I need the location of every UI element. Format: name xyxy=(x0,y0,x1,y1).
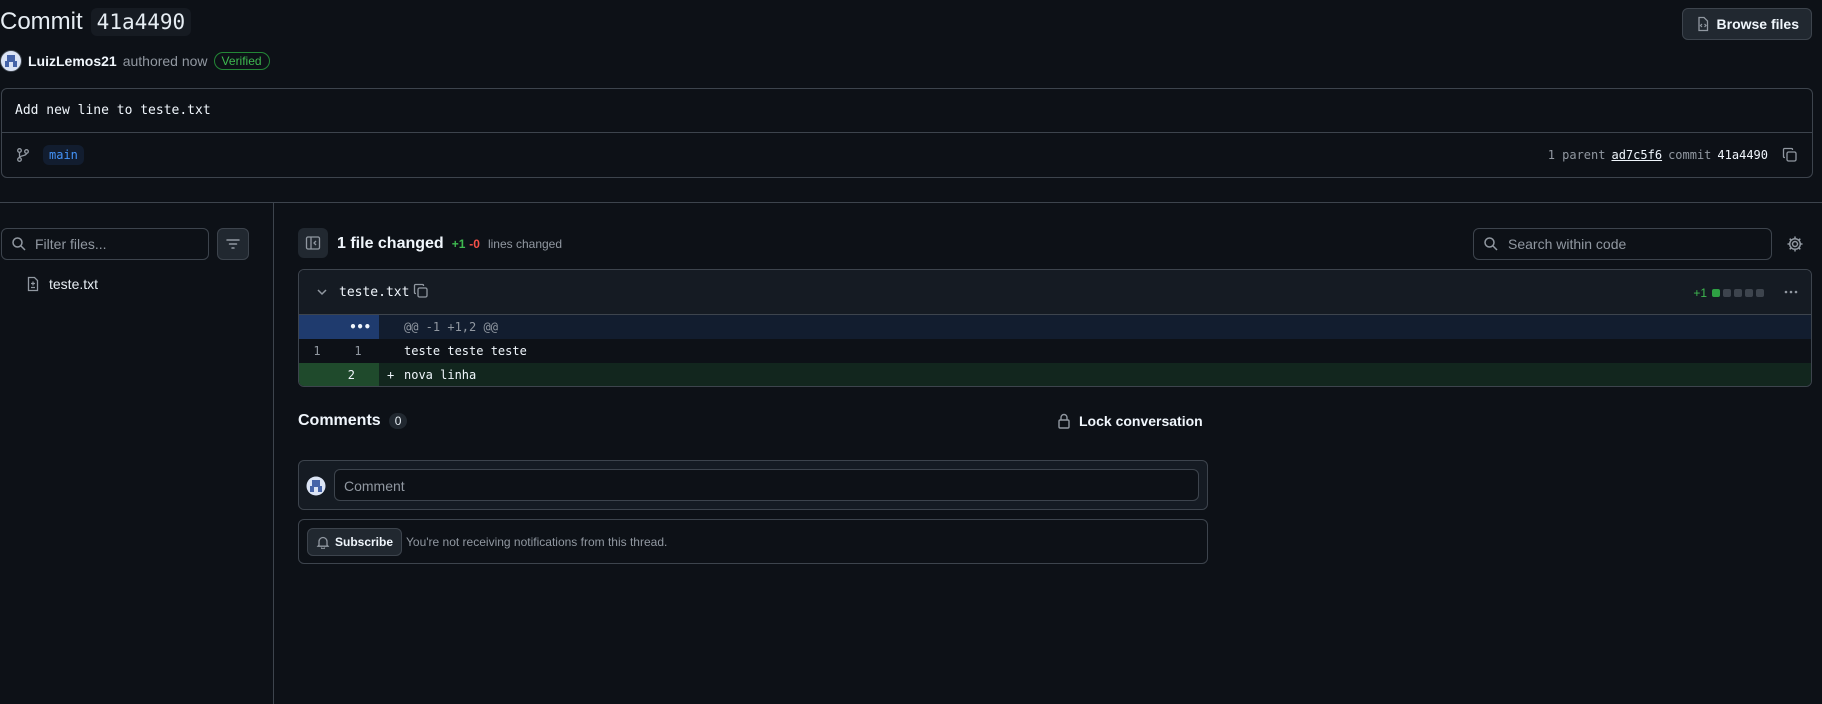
chevron-down-icon[interactable] xyxy=(315,285,329,299)
avatar[interactable] xyxy=(0,50,22,72)
new-line-number[interactable]: 2 xyxy=(348,368,355,382)
lock-conversation-button[interactable]: Lock conversation xyxy=(1057,413,1203,429)
avatar xyxy=(306,476,326,496)
filter-icon xyxy=(225,236,241,252)
added-line: 2 + nova linha xyxy=(299,363,1811,386)
parent-label: 1 parent xyxy=(1547,148,1606,162)
browse-files-button[interactable]: Browse files xyxy=(1681,8,1812,40)
diffstat-block-neutral xyxy=(1745,289,1753,297)
added-line-gutter: 2 xyxy=(299,363,379,386)
diffstat: +1 xyxy=(1693,286,1764,300)
search-code-placeholder: Search within code xyxy=(1508,236,1627,252)
commit-message: Add new line to teste.txt xyxy=(15,103,211,118)
author-row: LuizLemos21 authored now Verified xyxy=(0,50,270,72)
code-line: teste teste teste xyxy=(404,344,527,358)
subscribe-button[interactable]: Subscribe xyxy=(307,528,403,556)
copy-icon[interactable] xyxy=(1782,147,1798,163)
toggle-sidebar-button[interactable] xyxy=(298,228,328,258)
gear-icon[interactable] xyxy=(1786,235,1804,253)
filter-files-placeholder: Filter files... xyxy=(35,236,107,252)
code-line: nova linha xyxy=(404,368,477,382)
files-changed-summary: 1 file changed +1 -0 lines changed xyxy=(337,235,562,253)
lock-icon xyxy=(1057,413,1071,429)
diffstat-block-neutral xyxy=(1723,289,1731,297)
file-tree-item[interactable]: teste.txt xyxy=(25,276,98,292)
search-icon xyxy=(11,236,27,252)
search-icon xyxy=(1483,236,1499,252)
subscription-note: You're not receiving notifications from … xyxy=(406,535,668,549)
parent-sha-link[interactable]: ad7c5f6 xyxy=(1611,148,1662,162)
copy-icon[interactable] xyxy=(413,283,429,299)
files-changed-count: 1 file changed xyxy=(337,235,444,252)
file-code-icon xyxy=(1695,16,1711,32)
page-title: Commit 41a4490 xyxy=(0,8,192,36)
commit-sha-full: 41a4490 xyxy=(1717,148,1768,162)
author-link[interactable]: LuizLemos21 xyxy=(28,53,117,69)
diff-file-header: teste.txt +1 xyxy=(299,270,1811,315)
branch-tag[interactable]: main xyxy=(43,145,84,165)
diff-file-name[interactable]: teste.txt xyxy=(339,285,409,300)
git-branch-icon xyxy=(15,147,31,163)
lines-changed-label: lines changed xyxy=(487,237,563,251)
file-tree-item-label: teste.txt xyxy=(49,276,99,292)
diffstat-block-added xyxy=(1712,289,1720,297)
divider xyxy=(2,132,1812,133)
deletions-count: -0 xyxy=(469,237,480,251)
sidebar-collapse-icon xyxy=(305,235,321,251)
context-line: 1 1 teste teste teste xyxy=(299,339,1811,363)
kebab-menu-icon[interactable] xyxy=(1783,284,1799,300)
diffstat-block-neutral xyxy=(1756,289,1764,297)
filter-files-input[interactable]: Filter files... xyxy=(1,228,209,260)
authored-time: authored now xyxy=(122,53,208,69)
diffstat-count: +1 xyxy=(1693,286,1707,300)
comments-heading: Comments 0 xyxy=(298,412,408,430)
new-comment-box: Comment xyxy=(298,460,1208,510)
new-line-number[interactable]: 1 xyxy=(343,344,373,358)
hunk-header: @@ -1 +1,2 @@ xyxy=(404,320,498,334)
commit-sha: 41a4490 xyxy=(90,8,192,36)
lock-conversation-label: Lock conversation xyxy=(1079,413,1203,429)
browse-files-label: Browse files xyxy=(1716,16,1799,32)
search-code-input[interactable]: Search within code xyxy=(1473,228,1772,260)
additions-count: +1 xyxy=(451,237,466,251)
commit-label: commit xyxy=(1668,148,1712,162)
added-sign: + xyxy=(387,368,395,382)
diff-file: teste.txt +1 ••• @@ -1 +1,2 @@ 1 1 teste… xyxy=(298,269,1812,387)
hunk-row: ••• @@ -1 +1,2 @@ xyxy=(299,315,1811,339)
comments-label: Comments xyxy=(298,412,381,429)
diffstat-block-neutral xyxy=(1734,289,1742,297)
title-prefix: Commit xyxy=(0,8,83,35)
file-diff-icon xyxy=(25,276,41,292)
subscribe-label: Subscribe xyxy=(335,535,394,549)
bell-icon xyxy=(316,535,330,549)
comments-count-badge: 0 xyxy=(388,413,408,429)
sidebar-divider xyxy=(273,203,274,704)
parent-info: 1 parent ad7c5f6 commit 41a4490 xyxy=(1548,147,1798,163)
expand-hunk-button[interactable]: ••• xyxy=(299,315,379,339)
comment-input[interactable]: Comment xyxy=(334,469,1199,501)
filter-button[interactable] xyxy=(217,228,249,260)
verified-badge[interactable]: Verified xyxy=(213,52,270,70)
commit-header: Commit 41a4490 Browse files LuizLemos21 … xyxy=(0,0,1822,200)
subscription-box: Subscribe You're not receiving notificat… xyxy=(298,519,1208,564)
old-line-number[interactable]: 1 xyxy=(302,344,332,358)
commit-message-box: Add new line to teste.txt main 1 parent … xyxy=(1,88,1813,178)
